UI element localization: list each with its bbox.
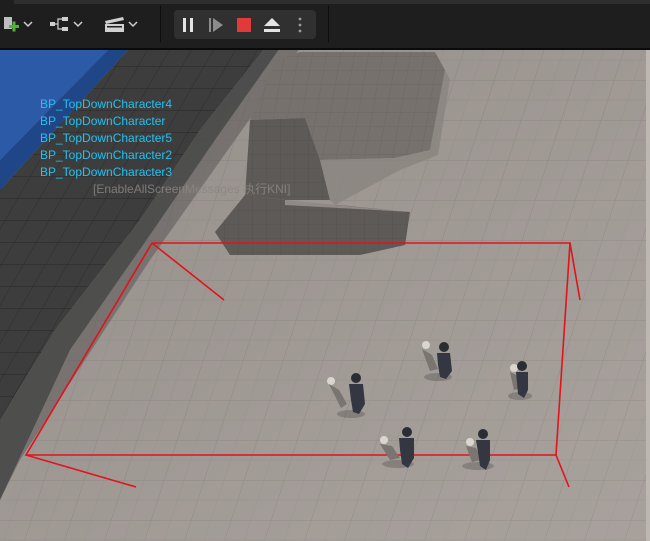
debug-line: BP_TopDownCharacter3: [40, 165, 173, 179]
chevron-down-icon: [23, 21, 33, 28]
blueprint-graph-icon: [50, 17, 68, 31]
play-options-button[interactable]: [286, 11, 314, 39]
toolbar-top-edge: [14, 0, 650, 4]
eject-button[interactable]: [258, 11, 286, 39]
pause-icon: [183, 17, 193, 32]
debug-line: BP_TopDownCharacter5: [40, 131, 173, 145]
more-vertical-icon: [298, 17, 302, 32]
debug-line: BP_TopDownCharacter4: [40, 97, 173, 111]
blueprints-button[interactable]: [44, 10, 87, 38]
frame-skip-button[interactable]: [202, 11, 230, 39]
debug-actor-list: BP_TopDownCharacter4 BP_TopDownCharacter…: [40, 96, 172, 181]
toolbar-separator: [160, 6, 161, 42]
add-actor-icon: [4, 17, 19, 32]
screen-message: [EnableAllScreenMessages 执行KNI]: [93, 182, 291, 196]
level-viewport[interactable]: BP_TopDownCharacter4 BP_TopDownCharacter…: [0, 0, 650, 541]
frame-skip-icon: [209, 17, 223, 32]
chevron-down-icon: [73, 21, 83, 28]
debug-line: BP_TopDownCharacter: [40, 114, 166, 128]
debug-line: BP_TopDownCharacter2: [40, 148, 173, 162]
play-controls: [174, 10, 316, 39]
add-actor-button[interactable]: [0, 10, 37, 38]
pause-button[interactable]: [174, 11, 202, 39]
chevron-down-icon: [128, 21, 138, 28]
cinematics-button[interactable]: [99, 10, 142, 38]
eject-icon: [264, 17, 280, 32]
stop-button[interactable]: [230, 11, 258, 39]
clapperboard-icon: [105, 17, 124, 32]
viewport-scene: [0, 48, 650, 541]
viewport-toolbar: [0, 0, 650, 50]
stop-icon: [237, 17, 251, 32]
toolbar-separator: [328, 6, 329, 42]
